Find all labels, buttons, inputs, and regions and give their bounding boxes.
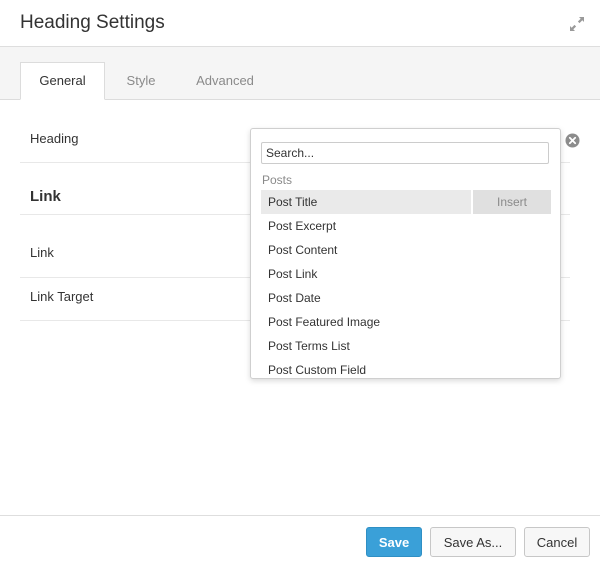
list-item-label: Post Content xyxy=(268,243,338,257)
link-label: Link xyxy=(30,245,54,260)
field-connection-dropdown: Posts Post Title Insert Post Excerpt Pos… xyxy=(250,128,561,379)
field-list: Post Title Insert Post Excerpt Post Cont… xyxy=(261,190,551,378)
list-item-label: Post Terms List xyxy=(268,339,350,353)
list-item[interactable]: Post Date xyxy=(261,286,551,310)
clear-icon[interactable] xyxy=(565,133,580,148)
list-item-label: Post Custom Field xyxy=(268,363,367,377)
list-item-label: Post Featured Image xyxy=(268,315,381,329)
list-item-label: Post Date xyxy=(268,291,321,305)
tab-general[interactable]: General xyxy=(20,62,105,100)
link-section-title: Link xyxy=(30,188,61,205)
search-input[interactable] xyxy=(261,142,549,164)
save-button[interactable]: Save xyxy=(366,527,422,557)
list-item[interactable]: Post Custom Field xyxy=(261,358,551,378)
list-item-label: Post Link xyxy=(268,267,318,281)
list-item[interactable]: Post Excerpt xyxy=(261,214,551,238)
expand-icon[interactable] xyxy=(568,15,586,33)
list-item[interactable]: Post Title Insert xyxy=(261,190,551,214)
list-item[interactable]: Post Terms List xyxy=(261,334,551,358)
dialog-header: Heading Settings xyxy=(0,0,600,47)
tab-advanced[interactable]: Advanced xyxy=(184,63,266,99)
list-item[interactable]: Post Content xyxy=(261,238,551,262)
tab-style[interactable]: Style xyxy=(112,63,170,99)
list-item[interactable]: Post Featured Image xyxy=(261,310,551,334)
cancel-button[interactable]: Cancel xyxy=(524,527,590,557)
link-target-label: Link Target xyxy=(30,289,94,304)
heading-label: Heading xyxy=(30,131,79,146)
list-item[interactable]: Post Link xyxy=(261,262,551,286)
save-as-button[interactable]: Save As... xyxy=(430,527,516,557)
dialog-title: Heading Settings xyxy=(20,12,165,33)
insert-button[interactable]: Insert xyxy=(471,190,551,214)
group-label-posts: Posts xyxy=(262,173,293,187)
dialog-footer: Save Save As... Cancel xyxy=(0,515,600,567)
list-item-label: Post Title xyxy=(268,195,318,209)
tab-bar: General Style Advanced xyxy=(0,47,600,100)
list-item-label: Post Excerpt xyxy=(268,219,337,233)
